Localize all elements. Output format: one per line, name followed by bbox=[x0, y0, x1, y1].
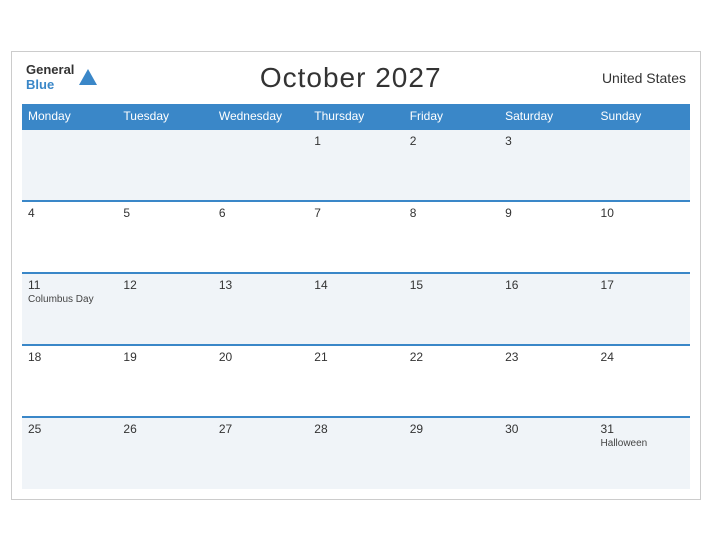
calendar-week-1: 123 bbox=[22, 129, 690, 201]
calendar-week-4: 18 19 20 21 22 23 24 bbox=[22, 345, 690, 417]
day-number: 11 bbox=[28, 278, 111, 292]
day-number: 10 bbox=[601, 206, 684, 220]
calendar-cell-w1-d3 bbox=[213, 129, 308, 201]
day-number: 20 bbox=[219, 350, 302, 364]
calendar-cell-w4-d3: 20 bbox=[213, 345, 308, 417]
day-number: 31 bbox=[601, 422, 684, 436]
day-number: 30 bbox=[505, 422, 588, 436]
day-number: 3 bbox=[505, 134, 588, 148]
day-number: 19 bbox=[123, 350, 206, 364]
weekday-header-row: Monday Tuesday Wednesday Thursday Friday… bbox=[22, 104, 690, 129]
day-number: 5 bbox=[123, 206, 206, 220]
calendar-week-5: 25 26 27 28 29 30 31 Halloween bbox=[22, 417, 690, 489]
day-number: 28 bbox=[314, 422, 397, 436]
header-thursday: Thursday bbox=[308, 104, 403, 129]
calendar-cell-w2-d2: 5 bbox=[117, 201, 212, 273]
day-number: 29 bbox=[410, 422, 493, 436]
calendar-cell-w3-d1: 11 Columbus Day bbox=[22, 273, 117, 345]
day-number: 16 bbox=[505, 278, 588, 292]
calendar-container: General Blue October 2027 United States … bbox=[11, 51, 701, 500]
calendar-cell-w1-d1 bbox=[22, 129, 117, 201]
day-number: 12 bbox=[123, 278, 206, 292]
calendar-cell-w5-d4: 28 bbox=[308, 417, 403, 489]
calendar-cell-w2-d1: 4 bbox=[22, 201, 117, 273]
calendar-cell-w4-d1: 18 bbox=[22, 345, 117, 417]
calendar-cell-w2-d4: 7 bbox=[308, 201, 403, 273]
calendar-cell-w3-d2: 12 bbox=[117, 273, 212, 345]
day-number: 13 bbox=[219, 278, 302, 292]
day-number: 24 bbox=[601, 350, 684, 364]
calendar-cell-w1-d6: 3 bbox=[499, 129, 594, 201]
holiday-label: Columbus Day bbox=[28, 294, 111, 305]
calendar-cell-w5-d6: 30 bbox=[499, 417, 594, 489]
calendar-cell-w3-d4: 14 bbox=[308, 273, 403, 345]
day-number: 18 bbox=[28, 350, 111, 364]
calendar-cell-w3-d6: 16 bbox=[499, 273, 594, 345]
month-title: October 2027 bbox=[260, 62, 442, 94]
calendar-cell-w4-d2: 19 bbox=[117, 345, 212, 417]
calendar-cell-w5-d7: 31 Halloween bbox=[595, 417, 690, 489]
calendar-header: General Blue October 2027 United States bbox=[22, 62, 690, 94]
header-friday: Friday bbox=[404, 104, 499, 129]
day-number: 7 bbox=[314, 206, 397, 220]
calendar-cell-w3-d5: 15 bbox=[404, 273, 499, 345]
day-number: 6 bbox=[219, 206, 302, 220]
calendar-cell-w1-d2 bbox=[117, 129, 212, 201]
country-label: United States bbox=[602, 70, 686, 86]
day-number: 23 bbox=[505, 350, 588, 364]
day-number: 9 bbox=[505, 206, 588, 220]
calendar-cell-w2-d6: 9 bbox=[499, 201, 594, 273]
calendar-cell-w1-d4: 1 bbox=[308, 129, 403, 201]
calendar-cell-w5-d3: 27 bbox=[213, 417, 308, 489]
calendar-body: 1234567891011Columbus Day121314151617181… bbox=[22, 129, 690, 489]
day-number: 25 bbox=[28, 422, 111, 436]
logo-blue-text: Blue bbox=[26, 78, 74, 92]
calendar-cell-w4-d6: 23 bbox=[499, 345, 594, 417]
logo-icon bbox=[77, 67, 99, 89]
day-number: 14 bbox=[314, 278, 397, 292]
day-number: 1 bbox=[314, 134, 397, 148]
calendar-cell-w3-d3: 13 bbox=[213, 273, 308, 345]
calendar-cell-w5-d5: 29 bbox=[404, 417, 499, 489]
day-number: 17 bbox=[601, 278, 684, 292]
calendar-week-3: 11 Columbus Day 12 13 14 15 16 17 bbox=[22, 273, 690, 345]
calendar-cell-w4-d4: 21 bbox=[308, 345, 403, 417]
header-saturday: Saturday bbox=[499, 104, 594, 129]
header-sunday: Sunday bbox=[595, 104, 690, 129]
day-number: 15 bbox=[410, 278, 493, 292]
calendar-cell-w4-d5: 22 bbox=[404, 345, 499, 417]
calendar-week-2: 456789 10 bbox=[22, 201, 690, 273]
calendar-cell-w4-d7: 24 bbox=[595, 345, 690, 417]
calendar-cell-w1-d5: 2 bbox=[404, 129, 499, 201]
calendar-cell-w5-d1: 25 bbox=[22, 417, 117, 489]
logo: General Blue bbox=[26, 63, 99, 92]
calendar-cell-w2-d5: 8 bbox=[404, 201, 499, 273]
calendar-cell-w5-d2: 26 bbox=[117, 417, 212, 489]
calendar-cell-w2-d3: 6 bbox=[213, 201, 308, 273]
header-monday: Monday bbox=[22, 104, 117, 129]
calendar-cell-w2-d7: 10 bbox=[595, 201, 690, 273]
logo-general-text: General bbox=[26, 63, 74, 77]
day-number: 26 bbox=[123, 422, 206, 436]
calendar-table: Monday Tuesday Wednesday Thursday Friday… bbox=[22, 104, 690, 489]
day-number: 4 bbox=[28, 206, 111, 220]
day-number: 8 bbox=[410, 206, 493, 220]
calendar-cell-w1-d7 bbox=[595, 129, 690, 201]
holiday-label: Halloween bbox=[601, 438, 684, 449]
day-number: 21 bbox=[314, 350, 397, 364]
day-number: 2 bbox=[410, 134, 493, 148]
day-number: 27 bbox=[219, 422, 302, 436]
header-tuesday: Tuesday bbox=[117, 104, 212, 129]
calendar-cell-w3-d7: 17 bbox=[595, 273, 690, 345]
header-wednesday: Wednesday bbox=[213, 104, 308, 129]
day-number: 22 bbox=[410, 350, 493, 364]
